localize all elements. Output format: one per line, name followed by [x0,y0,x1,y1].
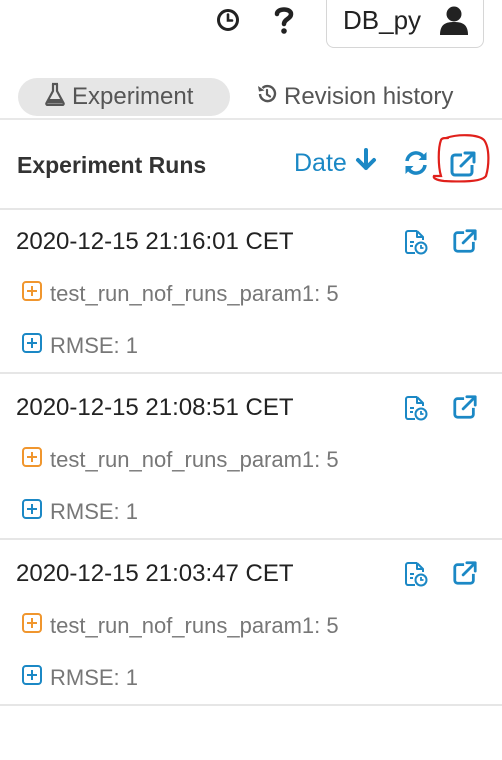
run-param-text: test_run_nof_runs_param1: 5 [50,613,339,638]
external-link-icon[interactable] [452,228,478,259]
run-metric-text: RMSE: 1 [50,665,139,690]
runs-header: Experiment Runs Date [0,122,502,210]
clock-history-icon[interactable] [214,6,242,34]
run-metric-text: RMSE: 1 [50,499,139,524]
run-metric-text: RMSE: 1 [50,333,139,358]
question-icon[interactable] [270,6,298,34]
runs-panel-title: Experiment Runs [17,152,207,178]
external-link-icon[interactable] [452,394,478,425]
expand-param-icon[interactable] [22,613,50,639]
external-link-icon[interactable] [452,560,478,591]
expand-metric-icon[interactable] [22,333,50,359]
run-item[interactable]: 2020-12-15 21:03:47 CET test_run_nof_run… [0,542,502,706]
view-tabs: Experiment Revision history [0,76,502,120]
run-param-row[interactable]: test_run_nof_runs_param1: 5 [22,446,339,474]
arrow-down-icon [347,148,377,179]
user-menu-button[interactable]: DB_py [326,0,484,48]
sort-label: Date [294,149,347,177]
run-timestamp: 2020-12-15 21:03:47 CET [16,560,294,587]
run-param-row[interactable]: test_run_nof_runs_param1: 5 [22,280,339,308]
file-history-icon[interactable] [404,394,428,427]
run-param-text: test_run_nof_runs_param1: 5 [50,281,339,306]
run-metric-row[interactable]: RMSE: 1 [22,498,138,526]
user-name: DB_py [343,4,422,35]
run-item[interactable]: 2020-12-15 21:08:51 CET test_run_nof_run… [0,376,502,540]
run-timestamp: 2020-12-15 21:08:51 CET [16,394,294,421]
tab-experiment-label: Experiment [72,83,194,110]
flask-icon [44,82,72,113]
refresh-icon[interactable] [403,150,429,181]
run-param-row[interactable]: test_run_nof_runs_param1: 5 [22,612,339,640]
expand-metric-icon[interactable] [22,499,50,525]
tab-revision-history-label: Revision history [284,83,454,110]
run-item[interactable]: 2020-12-15 21:16:01 CET test_run_nof_run… [0,210,502,374]
sort-by-date-button[interactable]: Date [294,148,377,179]
run-metric-row[interactable]: RMSE: 1 [22,332,138,360]
user-icon [439,5,469,42]
history-icon [256,83,284,112]
expand-param-icon[interactable] [22,447,50,473]
run-param-text: test_run_nof_runs_param1: 5 [50,447,339,472]
expand-metric-icon[interactable] [22,665,50,691]
run-timestamp: 2020-12-15 21:16:01 CET [16,228,294,255]
run-metric-row[interactable]: RMSE: 1 [22,664,138,692]
expand-param-icon[interactable] [22,281,50,307]
file-history-icon[interactable] [404,560,428,593]
external-link-icon[interactable] [449,150,477,183]
tab-experiment[interactable]: Experiment [18,78,230,116]
file-history-icon[interactable] [404,228,428,261]
top-bar: DB_py [0,0,502,60]
tab-revision-history[interactable]: Revision history [256,78,496,116]
